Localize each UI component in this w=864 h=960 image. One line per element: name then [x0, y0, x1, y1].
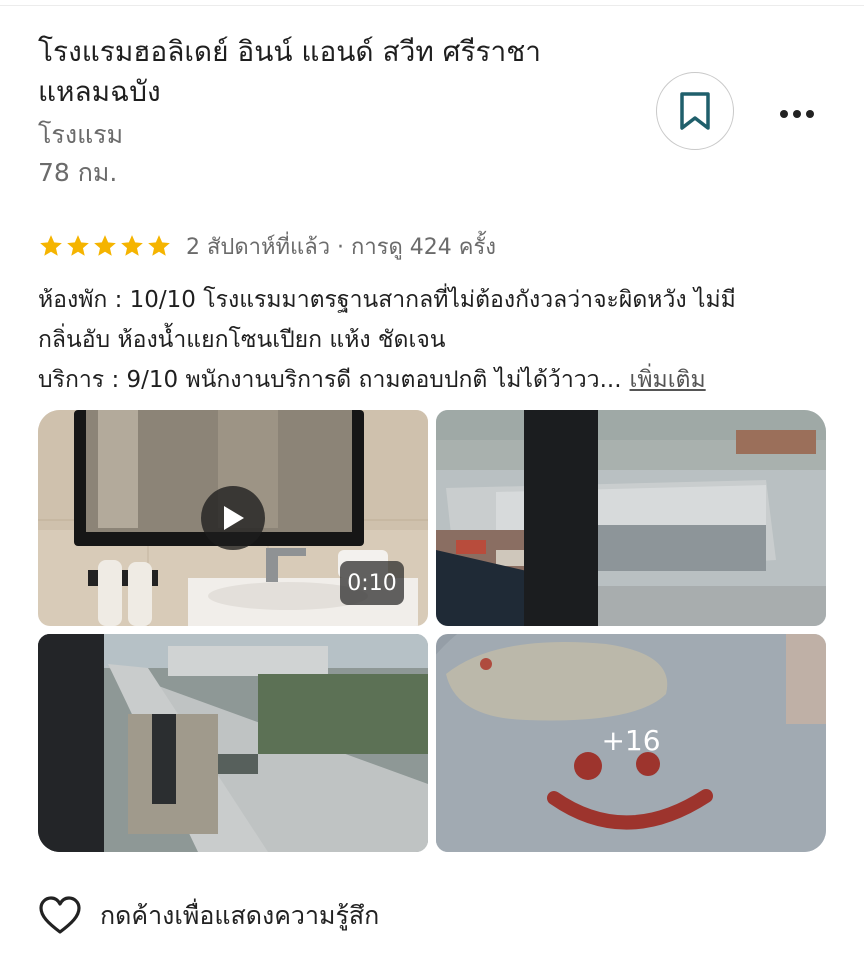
- title-line-1: โรงแรมฮอลิเดย์ อินน์ แอนด์ สวีท ศรีราชา: [38, 35, 541, 68]
- more-options-button[interactable]: [770, 94, 824, 134]
- heart-outline-icon: [39, 896, 81, 934]
- title-line-2: แหลมฉบัง: [38, 75, 161, 108]
- star-icon: [94, 235, 116, 256]
- read-more-link[interactable]: เพิ่มเติม: [630, 367, 706, 393]
- photo-window-view[interactable]: [436, 410, 826, 626]
- window-view-image: [436, 410, 826, 626]
- photo-bathroom-video[interactable]: 0:10: [38, 410, 428, 626]
- photo-highway-view[interactable]: [38, 634, 428, 852]
- star-icon: [148, 235, 170, 256]
- highway-image: [38, 634, 428, 852]
- video-duration: 0:10: [340, 561, 404, 605]
- reaction-label: กดค้างเพื่อแสดงความรู้สึก: [100, 901, 380, 930]
- review-text: ห้องพัก : 10/10 โรงแรมมาตรฐานสากลที่ไม่ต…: [38, 280, 838, 400]
- listing-category: โรงแรม: [38, 120, 124, 149]
- reaction-row[interactable]: กดค้างเพื่อแสดงความรู้สึก: [38, 892, 379, 940]
- star-icon: [67, 235, 89, 256]
- top-divider: [0, 0, 864, 6]
- photo-breakfast-plate[interactable]: +16: [436, 634, 826, 852]
- review-line-3: บริการ : 9/10 พนักงานบริการดี ถามตอบปกติ…: [38, 360, 838, 400]
- listing-title[interactable]: โรงแรมฮอลิเดย์ อินน์ แอนด์ สวีท ศรีราชา …: [38, 32, 638, 112]
- review-line-2: กลิ่นอับ ห้องน้ำแยกโซนเปียก แห้ง ชัดเจน: [38, 327, 446, 353]
- bookmark-icon: [680, 92, 710, 130]
- review-line-3-text: บริการ : 9/10 พนักงานบริการดี ถามตอบปกติ…: [38, 367, 622, 393]
- listing-header: โรงแรมฮอลิเดย์ อินน์ แอนด์ สวีท ศรีราชา …: [38, 32, 638, 192]
- play-button[interactable]: [201, 486, 265, 550]
- bookmark-button[interactable]: [656, 72, 734, 150]
- play-icon: [224, 506, 244, 530]
- review-meta: 2 สัปดาห์ที่แล้ว · การดู 424 ครั้ง: [186, 234, 497, 260]
- more-horizontal-icon: [780, 110, 814, 118]
- star-rating: [38, 233, 172, 259]
- rating-row: 2 สัปดาห์ที่แล้ว · การดู 424 ครั้ง: [38, 226, 496, 266]
- listing-distance: 78 กม.: [38, 158, 118, 187]
- review-line-1: ห้องพัก : 10/10 โรงแรมมาตรฐานสากลที่ไม่ต…: [38, 287, 736, 313]
- more-photos-count: +16: [601, 724, 661, 757]
- star-icon: [40, 235, 62, 256]
- star-icon: [121, 235, 143, 256]
